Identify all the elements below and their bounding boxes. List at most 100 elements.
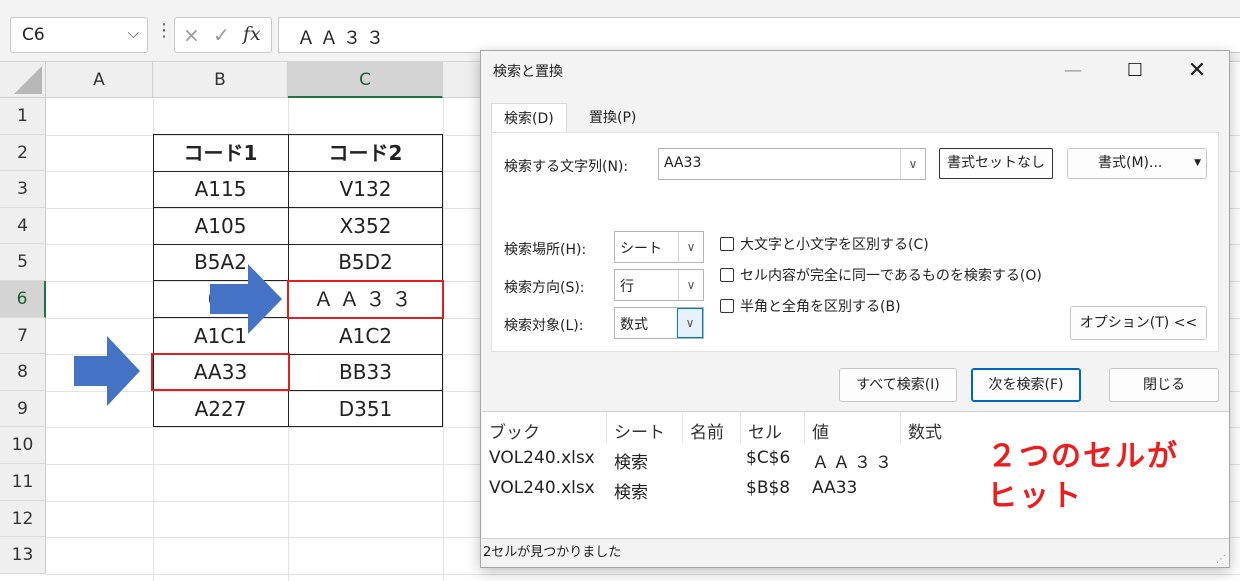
formula-input[interactable]: ＡＡ３３ — [278, 17, 1240, 53]
table-line — [153, 170, 443, 172]
tab-replace[interactable]: 置換(P) — [577, 103, 648, 133]
tab-find[interactable]: 検索(D) — [491, 103, 567, 133]
column-header-a[interactable]: A — [46, 62, 153, 98]
result-cell: $B$8 — [746, 478, 791, 498]
result-header-value[interactable]: 値 — [812, 418, 829, 443]
column-divider — [682, 412, 683, 444]
find-what-value: AA33 — [664, 155, 702, 171]
column-divider — [900, 412, 901, 444]
chevron-down-icon[interactable]: ∨ — [678, 270, 703, 300]
look-in-label: 検索対象(L): — [504, 318, 584, 334]
row-header[interactable]: 8 — [0, 354, 46, 391]
result-header-formula[interactable]: 数式 — [908, 418, 942, 443]
within-value: シート — [620, 241, 662, 257]
within-label: 検索場所(H): — [504, 242, 587, 258]
grid-line — [46, 573, 1240, 575]
close-icon[interactable]: ✕ — [1175, 53, 1219, 89]
row-header[interactable]: 9 — [0, 390, 46, 428]
options-button[interactable]: オプション(T) << — [1070, 306, 1207, 340]
search-value: 行 — [620, 279, 634, 295]
insert-function-icon[interactable]: fx — [243, 23, 261, 45]
chevron-down-icon[interactable]: ∨ — [677, 308, 703, 338]
close-button[interactable]: 閉じる — [1109, 368, 1219, 402]
search-select[interactable]: 行 ∨ — [614, 269, 704, 301]
name-box[interactable]: C6 ⌵ — [10, 17, 148, 53]
result-value: AA33 — [812, 478, 858, 498]
annotation-line-1: ２つのセルが — [987, 439, 1179, 474]
column-header-c[interactable]: C — [288, 62, 443, 98]
find-all-button[interactable]: すべて検索(I) — [839, 368, 957, 402]
match-byte-label: 半角と全角を区別する(B) — [740, 299, 901, 315]
name-box-value: C6 — [22, 25, 45, 45]
highlight-box-b8 — [151, 353, 290, 391]
status-text: 2セルが見つかりました — [483, 545, 622, 560]
highlight-box-c6 — [287, 280, 444, 319]
row-header[interactable]: 3 — [0, 171, 46, 208]
result-book: VOL240.xlsx — [489, 448, 595, 468]
within-select[interactable]: シート ∨ — [614, 231, 704, 263]
find-next-button[interactable]: 次を検索(F) — [971, 368, 1081, 402]
results-list: ブック シート 名前 セル 値 数式 VOL240.xlsx 検索 $C$6 Ａ… — [482, 411, 1229, 539]
search-label: 検索方向(S): — [504, 280, 585, 296]
more-icon[interactable]: ⋮ — [155, 20, 173, 41]
maximize-icon[interactable]: ☐ — [1113, 53, 1157, 89]
enter-icon[interactable]: ✓ — [213, 23, 230, 47]
find-what-label: 検索する文字列(N): — [504, 159, 629, 175]
row-header[interactable]: 1 — [0, 98, 46, 135]
annotation-line-2: ヒット — [987, 479, 1083, 514]
chevron-down-icon: ▼ — [1194, 158, 1201, 168]
look-in-value: 数式 — [620, 317, 648, 333]
chevron-down-icon[interactable]: ∨ — [678, 232, 703, 262]
row-header[interactable]: 10 — [0, 427, 46, 464]
find-what-input[interactable]: AA33 ∨ — [658, 148, 926, 180]
table-line — [153, 207, 443, 209]
chevron-down-icon[interactable]: ∨ — [900, 149, 925, 179]
result-sheet: 検索 — [614, 483, 648, 503]
match-case-label: 大文字と小文字を区別する(C) — [740, 237, 929, 253]
result-header-name[interactable]: 名前 — [690, 418, 724, 443]
row-header[interactable]: 7 — [0, 317, 46, 355]
match-entire-cell-checkbox[interactable] — [720, 268, 734, 282]
match-entire-cell-label: セル内容が完全に同一であるものを検索する(O) — [740, 268, 1042, 284]
row-header[interactable]: 4 — [0, 207, 46, 245]
row-header[interactable]: 6 — [0, 281, 46, 318]
row-header[interactable]: 12 — [0, 500, 46, 538]
row-header[interactable]: 5 — [0, 244, 46, 281]
format-button[interactable]: 書式(M)... ▼ — [1067, 148, 1207, 179]
find-panel: 検索する文字列(N): AA33 ∨ 書式セットなし 書式(M)... ▼ 検索… — [491, 132, 1219, 352]
arrow-right-icon — [74, 336, 140, 406]
no-format-button[interactable]: 書式セットなし — [939, 148, 1053, 179]
match-byte-checkbox[interactable] — [720, 299, 734, 313]
row-header[interactable]: 13 — [0, 537, 46, 574]
formula-content: ＡＡ３３ — [297, 28, 389, 49]
row-header[interactable]: 2 — [0, 134, 46, 172]
row-header[interactable]: 11 — [0, 464, 46, 501]
result-cell: $C$6 — [746, 448, 791, 468]
column-divider — [740, 412, 741, 444]
cancel-icon[interactable]: × — [183, 23, 200, 47]
result-row[interactable]: VOL240.xlsx 検索 $C$6 ＡＡ３３ — [482, 446, 982, 476]
result-row[interactable]: VOL240.xlsx 検索 $B$8 AA33 — [482, 476, 982, 506]
match-case-checkbox[interactable] — [720, 237, 734, 251]
result-sheet: 検索 — [614, 453, 648, 473]
column-header-d[interactable] — [443, 62, 483, 98]
result-header-cell[interactable]: セル — [748, 418, 782, 443]
column-divider — [804, 412, 805, 444]
format-button-label: 書式(M)... — [1098, 155, 1163, 171]
minimize-icon[interactable]: — — [1051, 53, 1095, 89]
find-replace-dialog: 検索と置換 — ☐ ✕ 検索(D) 置換(P) 検索する文字列(N): AA33… — [480, 50, 1230, 568]
resize-grip-icon[interactable]: ⋰ — [1216, 554, 1226, 565]
column-header-b[interactable]: B — [153, 62, 288, 98]
result-header-book[interactable]: ブック — [489, 418, 540, 443]
arrow-right-icon — [210, 264, 282, 334]
column-divider — [606, 412, 607, 444]
result-book: VOL240.xlsx — [489, 478, 595, 498]
result-value: ＡＡ３３ — [812, 453, 896, 473]
select-all-corner[interactable] — [0, 62, 46, 98]
chevron-down-icon[interactable]: ⌵ — [128, 24, 139, 42]
table-line — [153, 243, 443, 245]
dialog-title: 検索と置換 — [493, 64, 563, 80]
formula-buttons: × ✓ fx — [174, 17, 272, 53]
look-in-select[interactable]: 数式 ∨ — [614, 307, 704, 339]
result-header-sheet[interactable]: シート — [614, 418, 665, 443]
